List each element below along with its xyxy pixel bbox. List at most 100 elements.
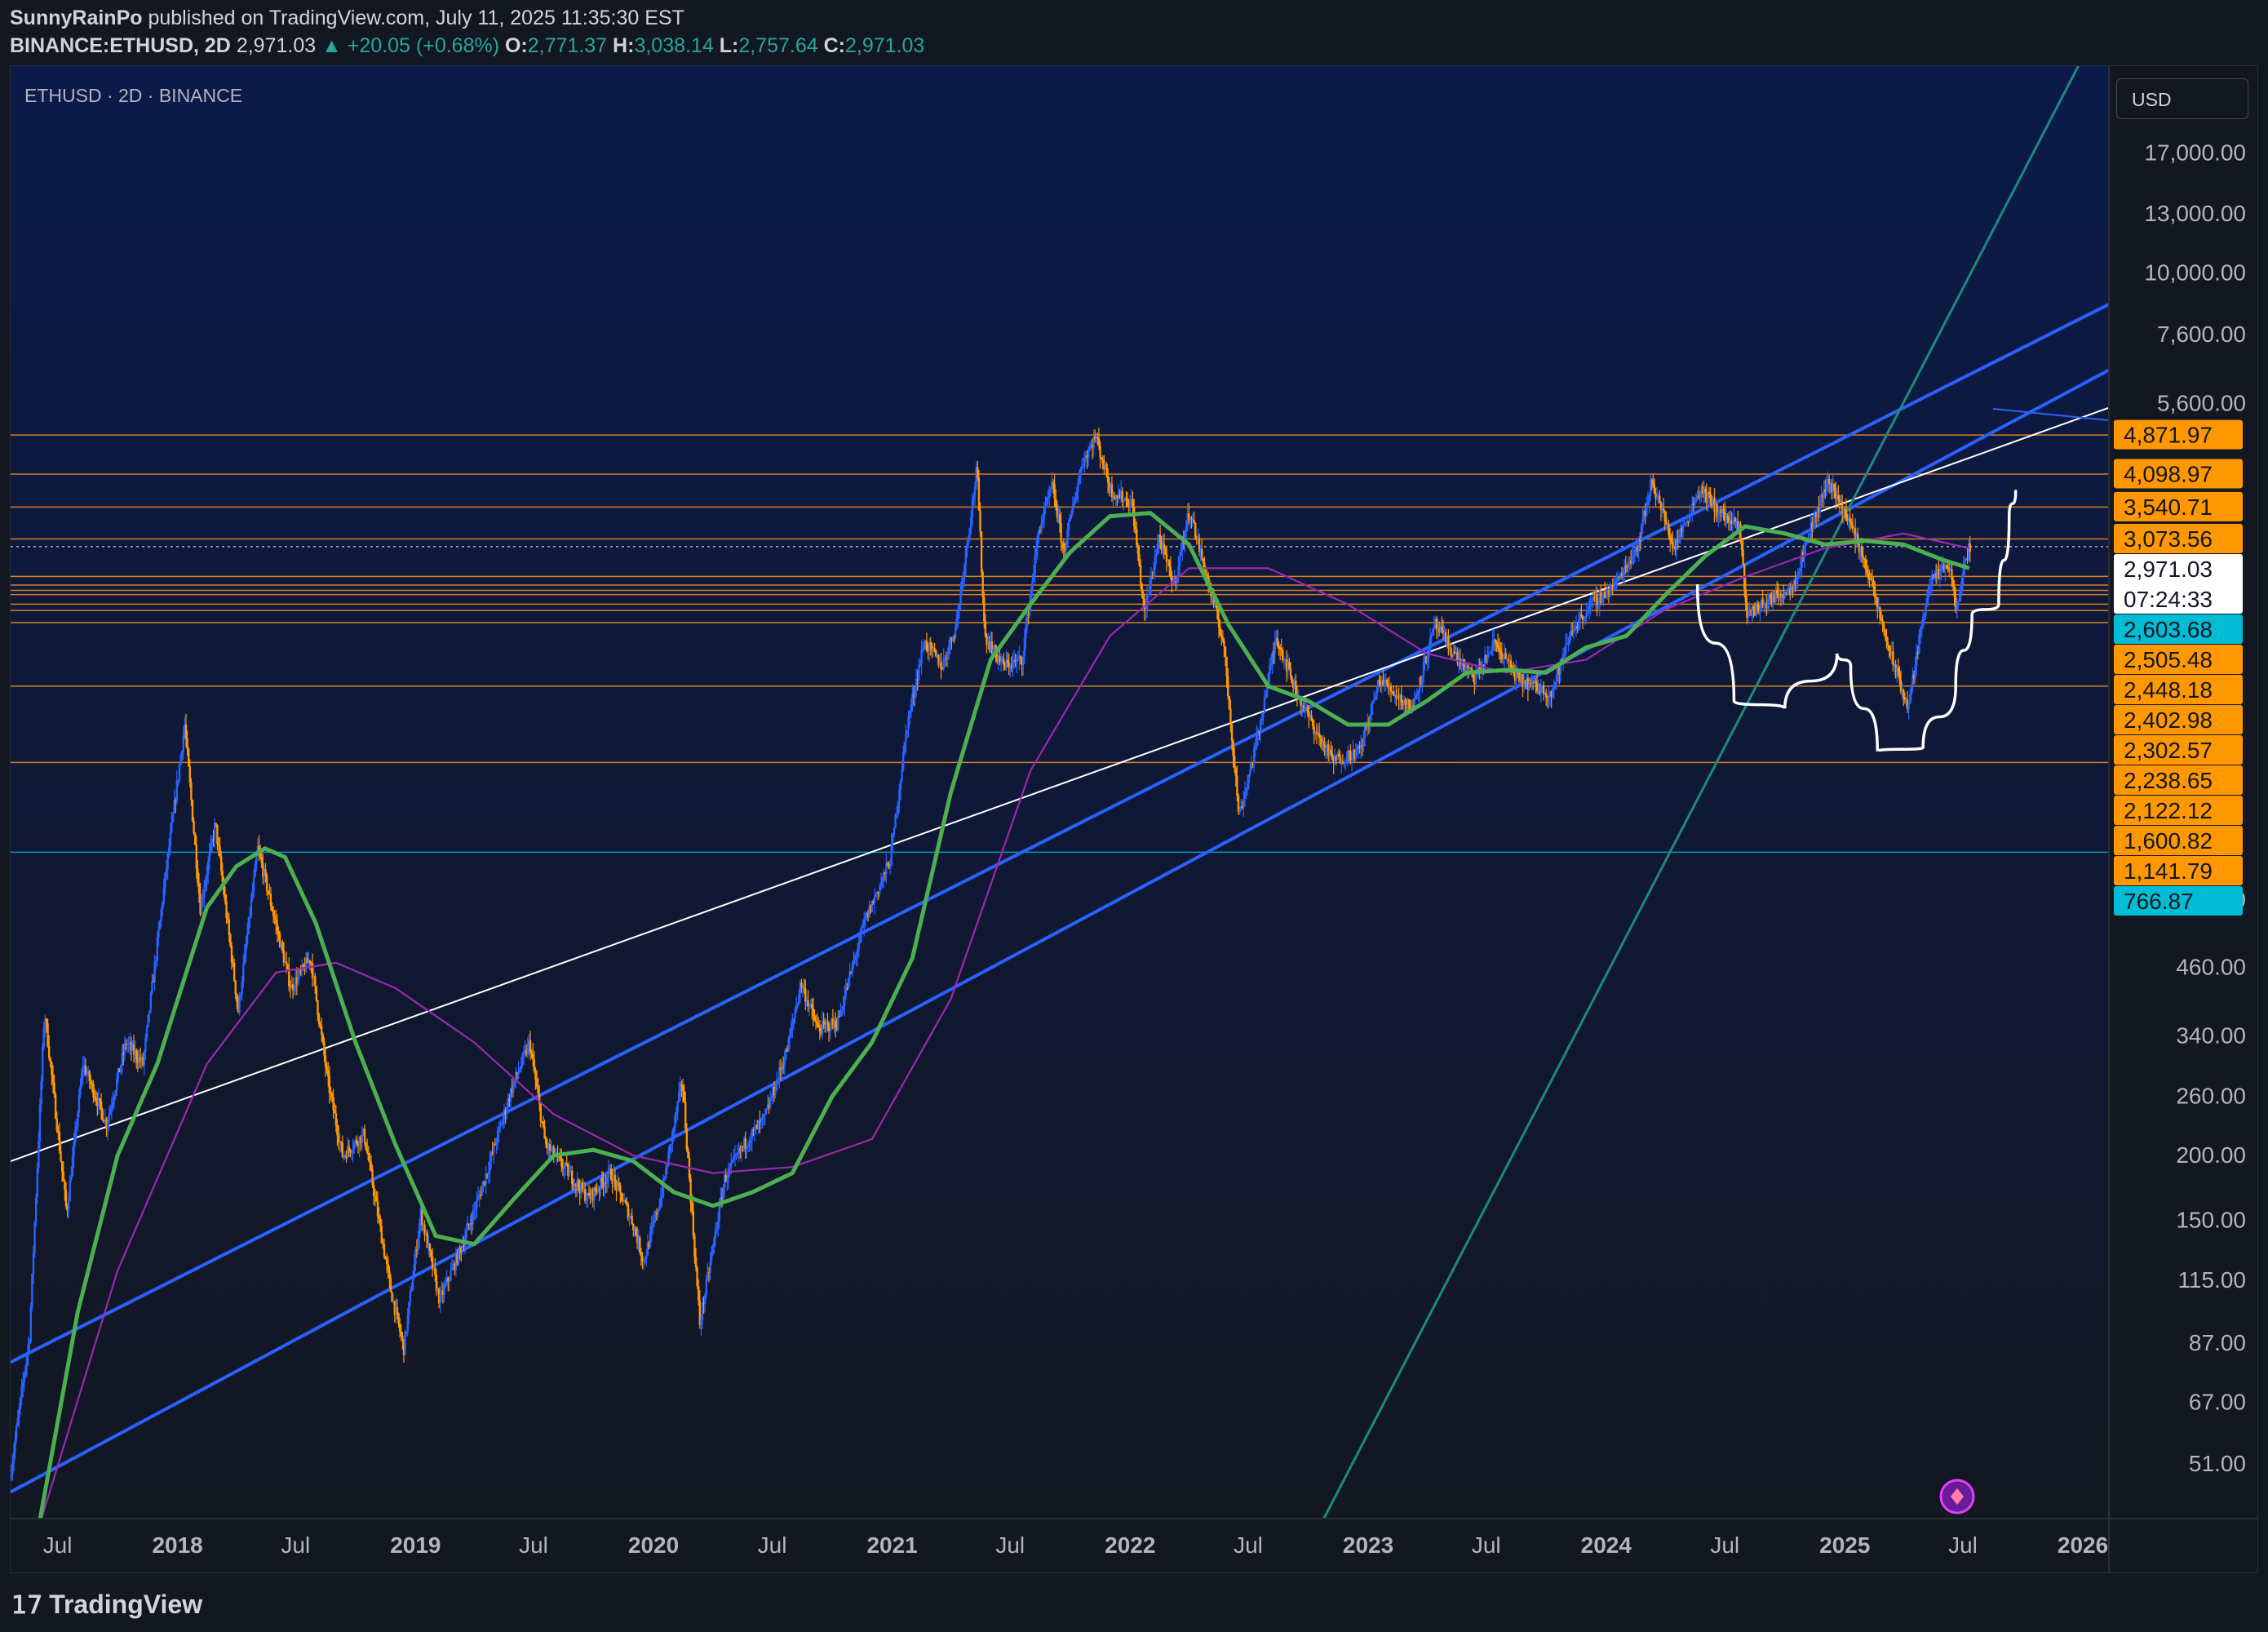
x-tick-label: 2018 [152,1532,202,1558]
candle-up [116,1078,118,1091]
candle-up [1584,616,1587,619]
candle-down [1168,560,1171,567]
candle-down [1742,549,1744,565]
candle-down [1863,557,1866,560]
candle-up [1088,446,1091,451]
candle-down [1400,694,1403,703]
candle-up [472,1210,474,1225]
candle-down [216,824,219,845]
candle-down [542,1121,545,1127]
candle-down [1391,691,1393,693]
candle-up [946,654,949,659]
candle-up [204,880,207,889]
candle-down [1142,592,1145,600]
candle-up [517,1071,520,1075]
candle-down [282,950,286,963]
candle-down [1097,438,1101,446]
publisher-name[interactable]: SunnyRainPo [10,7,143,29]
candle-down [1219,627,1221,636]
candle-down [1126,499,1129,506]
candle-down [1951,569,1953,580]
candle-down [979,510,981,532]
candle-up [114,1090,117,1097]
candle-up [890,844,893,867]
candle-down [234,980,237,995]
candle-down [219,846,221,857]
candle-up [1149,586,1151,595]
candle-up [700,1319,702,1325]
candle-down [380,1226,383,1244]
candle-up [25,1355,29,1367]
symbol-label[interactable]: BINANCE:ETHUSD, 2D [10,34,231,57]
candle-up [607,1169,610,1178]
open-value: 2,771.37 [527,34,608,57]
candle-down [980,531,983,573]
candle-up [798,994,800,1004]
candle-up [653,1220,656,1222]
candle-down [1951,579,1955,587]
candle-down [186,738,188,749]
candle-up [1747,616,1750,619]
candle-up [31,1273,33,1308]
candle-up [1271,652,1274,664]
candle-up [857,942,861,950]
candle-up [893,827,896,834]
candle-up [1798,571,1801,574]
candle-down [618,1182,620,1186]
candle-up [585,1200,587,1201]
publish-line: SunnyRainPo published on TradingView.com… [10,7,684,30]
time-axis[interactable]: Jul 2018 Jul 2019 Jul 2020 Jul 2021 Jul 2022 Jul 20… [43,1532,2109,1558]
candle-down [1953,586,1956,597]
candle-up [1649,480,1652,496]
candle-up [1553,686,1556,689]
candle-down [1003,658,1005,665]
candle-up [297,975,299,984]
candle-up [1597,605,1600,606]
candle-up [21,1381,24,1387]
candle-up [1633,550,1637,557]
candle-down [1482,664,1485,666]
candle-down [45,1018,48,1024]
candle-up [1615,579,1618,583]
candle-up [86,1074,88,1075]
candle-up [413,1264,415,1279]
y-tick-label: 5,600.00 [2157,391,2246,416]
currency-button[interactable]: USD [2116,78,2248,119]
candle-down [197,868,199,884]
candle-down [1494,639,1497,643]
candle-up [1260,717,1263,721]
price-label-text: 2,603.68 [2124,617,2213,642]
candle-down [1236,775,1238,796]
candle-up [879,882,883,886]
candle-up [1690,514,1692,516]
candle-up [863,919,866,925]
candle-down [981,572,984,598]
candle-up [672,1127,676,1132]
candle-down [371,1169,374,1186]
candle-up [251,891,254,900]
candle-up [1147,594,1150,596]
candle-down [400,1331,402,1336]
candle-up [718,1204,720,1222]
candle-up [1490,650,1493,654]
candle-up [963,564,966,578]
candle-down [812,1008,815,1017]
candle-down [197,883,201,894]
tradingview-logo[interactable]: 𝟣𝟩 TradingView [11,1590,202,1620]
candle-up [769,1098,772,1108]
y-tick-label: 51.00 [2189,1451,2246,1476]
candle-up [162,903,164,910]
candle-down [813,1016,816,1022]
candle-down [51,1075,55,1083]
candle-down [687,1149,689,1158]
candle-up [203,889,206,898]
assistant-sparkle-icon[interactable] [1939,1479,1975,1514]
candle-up [40,1080,42,1105]
candle-up [879,885,881,894]
chart-svg[interactable]: 5,287.08 17,000.0013,000.0010,000.007,60… [11,66,2258,1573]
candle-up [254,863,256,877]
chart-area[interactable]: 5,287.08 17,000.00 13,000.00 10,000.00 7,60… [10,65,2258,1573]
candle-down [84,1065,87,1075]
candle-down [383,1244,386,1257]
chart-legend[interactable]: ETHUSD · 2D · BINANCE [24,85,242,107]
